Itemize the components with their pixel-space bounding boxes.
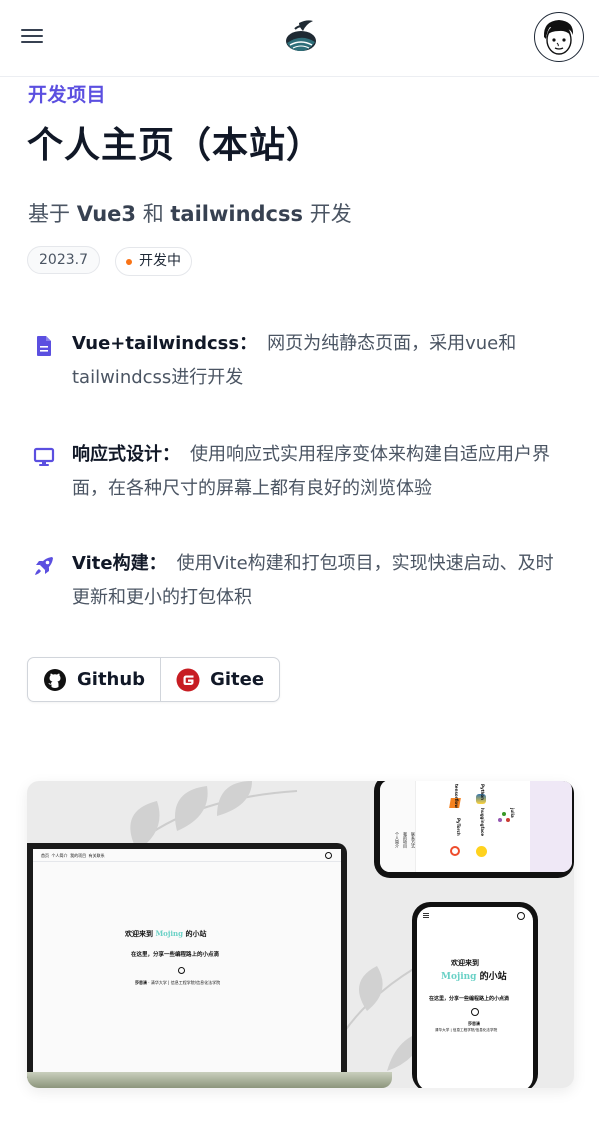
github-button[interactable]: Github [28, 658, 160, 701]
laptop-tagline: 在这里，分享一些编程路上的小点滴 [131, 952, 220, 958]
project-subtitle: 基于 Vue3 和 tailwindcss 开发 [28, 202, 352, 226]
feature-item-responsive: 响应式设计： 使用响应式实用程序变体来构建自适应用户界面，在各种尺寸的屏幕上都有良… [28, 438, 568, 506]
laptop-nav: 首页 个人简介 我的项目 有关联系 [41, 853, 105, 858]
phone-mockup-portrait: 欢迎来到 Mojing 的小站 在这里，分享一些编程路上的小点滴 莎思清 清华大… [412, 902, 538, 1088]
top-navbar [0, 0, 599, 77]
ink-logo-icon[interactable] [279, 15, 323, 59]
cartoon-avatar-icon[interactable] [534, 12, 584, 62]
feature-title: Vue+tailwindcss： [72, 333, 258, 354]
hamburger-menu-icon[interactable] [19, 26, 45, 46]
project-category: 开发项目 [28, 84, 107, 106]
laptop-mockup: 首页 个人简介 我的项目 有关联系 欢迎来到 Mojing 的小站 在这里，分享… [27, 843, 347, 1078]
date-badge: 2023.7 [27, 246, 100, 274]
document-icon [37, 336, 51, 356]
github-icon [44, 668, 66, 691]
laptop-base [27, 1072, 392, 1088]
rocket-icon [35, 557, 53, 575]
status-badge: 开发中 [115, 247, 192, 276]
page-title: 个人主页（本站） [27, 125, 324, 166]
feature-title: 响应式设计： [72, 444, 180, 465]
repo-button-group: Github Gitee [27, 657, 281, 702]
monitor-icon [33, 447, 55, 466]
feature-item-vite: Vite构建： 使用Vite构建和打包项目，实现快速启动、及时更新和更小的打包体积 [28, 547, 568, 615]
gitee-button[interactable]: Gitee [160, 658, 279, 701]
phone-mockup-landscape: 个人简介 我的项目 联系方式 tensorflow PyTorch Python… [374, 781, 574, 878]
phone-welcome: Mojing 的小站 [441, 972, 507, 982]
laptop-author-line: 莎思清 · 清华大学 | 信息工程学院/信息化法学院 [135, 980, 221, 985]
gitee-icon [176, 668, 200, 691]
project-preview-image: 首页 个人简介 我的项目 有关联系 欢迎来到 Mojing 的小站 在这里，分享… [27, 781, 574, 1088]
feature-item-vue: Vue+tailwindcss： 网页为纯静态页面，采用vue和tailwindc… [28, 327, 568, 395]
status-dot [126, 259, 132, 265]
feature-title: Vite构建： [72, 553, 167, 574]
laptop-welcome: 欢迎来到 Mojing 的小站 [125, 929, 207, 938]
